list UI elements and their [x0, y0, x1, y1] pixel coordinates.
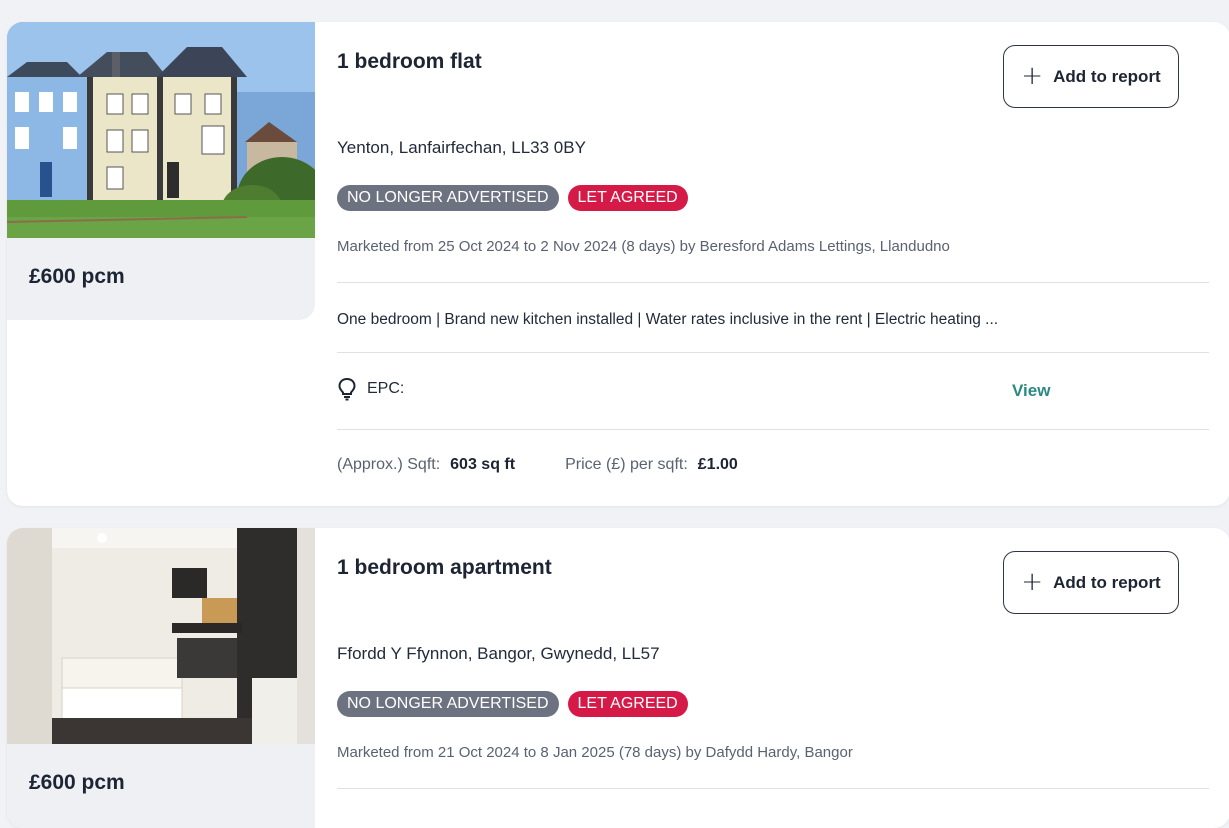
listing-media: £600 pcm [7, 22, 315, 320]
listing-title[interactable]: 1 bedroom flat [337, 50, 482, 74]
listing-media: £600 pcm [7, 528, 315, 828]
status-badge-let-agreed: LET AGREED [567, 691, 688, 717]
epc-label: EPC: [367, 380, 405, 397]
listing-address: Ffordd Y Ffynnon, Bangor, Gwynedd, LL57 [337, 644, 660, 663]
price-per-sqft-label: Price (£) per sqft: [565, 456, 688, 473]
listing-card: £600 pcm 1 bedroom apartment + Add to re… [7, 528, 1229, 828]
epc-row: EPC: [337, 377, 404, 401]
status-badges: NO LONGER ADVERTISED LET AGREED [337, 185, 688, 211]
divider [337, 282, 1209, 283]
sqft-value: 603 sq ft [450, 456, 516, 473]
listing-stats: (Approx.) Sqft: 603 sq ft Price (£) per … [337, 456, 738, 474]
marketed-info: Marketed from 25 Oct 2024 to 2 Nov 2024 … [337, 238, 950, 255]
listing-address: Yenton, Lanfairfechan, LL33 0BY [337, 138, 586, 157]
listing-card: £600 pcm 1 bedroom flat + Add to report … [7, 22, 1229, 506]
status-badge-let-agreed: LET AGREED [567, 185, 688, 211]
listing-title[interactable]: 1 bedroom apartment [337, 556, 552, 580]
listing-price: £600 pcm [29, 771, 125, 794]
add-to-report-label: Add to report [1053, 572, 1161, 592]
listing-photo-house[interactable] [7, 22, 315, 238]
status-badge-no-longer-advertised: NO LONGER ADVERTISED [337, 185, 559, 211]
plus-icon: + [1021, 566, 1044, 597]
listing-photo-bedroom[interactable] [7, 528, 315, 744]
listing-price: £600 pcm [29, 265, 125, 288]
divider [337, 352, 1209, 353]
add-to-report-button[interactable]: + Add to report [1003, 551, 1179, 614]
divider [337, 788, 1209, 789]
divider [337, 429, 1209, 430]
listing-summary: One bedroom | Brand new kitchen installe… [337, 311, 999, 328]
sqft-label: (Approx.) Sqft: [337, 456, 441, 473]
lightbulb-icon [338, 377, 356, 401]
status-badge-no-longer-advertised: NO LONGER ADVERTISED [337, 691, 559, 717]
price-per-sqft-value: £1.00 [697, 456, 738, 473]
add-to-report-button[interactable]: + Add to report [1003, 45, 1179, 108]
add-to-report-label: Add to report [1053, 66, 1161, 86]
epc-view-link[interactable]: View [1012, 381, 1050, 401]
marketed-info: Marketed from 21 Oct 2024 to 8 Jan 2025 … [337, 744, 853, 761]
plus-icon: + [1021, 60, 1044, 91]
status-badges: NO LONGER ADVERTISED LET AGREED [337, 691, 688, 717]
